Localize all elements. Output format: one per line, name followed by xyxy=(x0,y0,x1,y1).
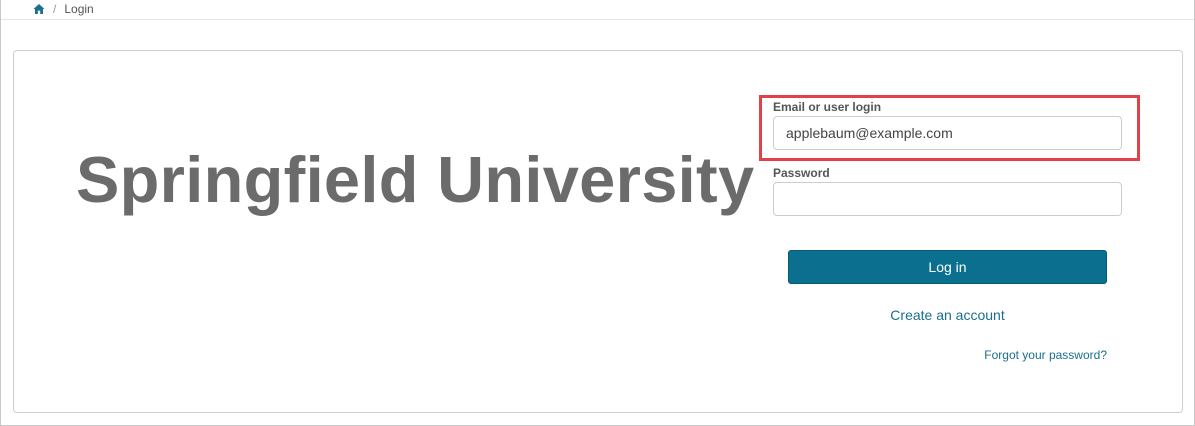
password-field[interactable] xyxy=(773,182,1122,216)
breadcrumb: / Login xyxy=(33,0,94,18)
create-account-link[interactable]: Create an account xyxy=(788,307,1107,323)
breadcrumb-current: Login xyxy=(64,2,94,16)
email-field[interactable] xyxy=(773,116,1122,150)
forgot-password-link[interactable]: Forgot your password? xyxy=(984,348,1107,362)
university-title: Springfield University xyxy=(76,143,755,216)
login-button[interactable]: Log in xyxy=(788,250,1107,284)
email-label: Email or user login xyxy=(773,100,882,114)
breadcrumb-separator: / xyxy=(53,2,57,16)
password-label: Password xyxy=(773,166,830,180)
home-icon[interactable] xyxy=(33,3,45,15)
breadcrumb-divider xyxy=(1,19,1194,20)
